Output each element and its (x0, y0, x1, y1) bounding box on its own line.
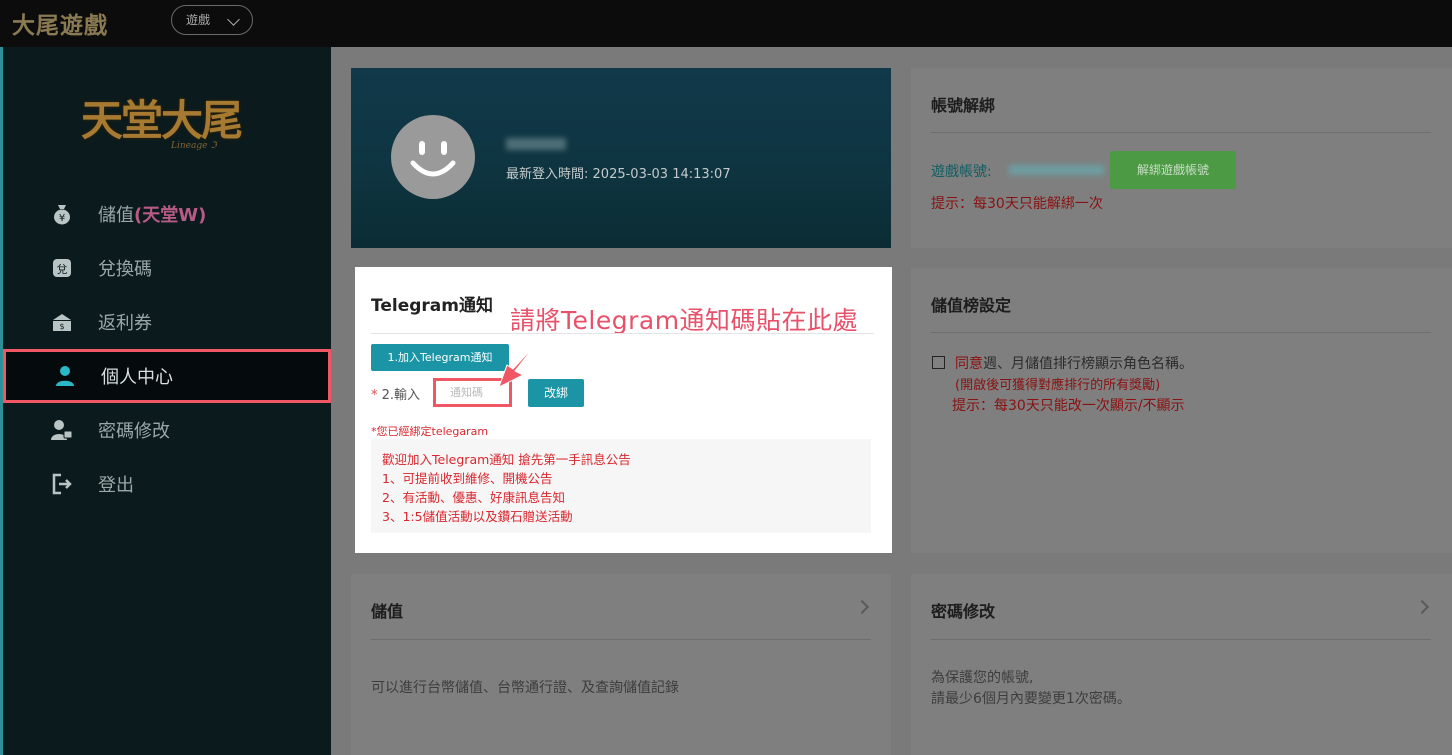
exchange-icon: 兌 (51, 257, 73, 279)
arrow-pointer-icon (498, 342, 538, 389)
ranking-option-text: 同意週、月儲值排行榜顯示角色名稱。 (955, 353, 1193, 373)
smiley-face-icon (410, 141, 456, 177)
brand-logo[interactable]: 大尾遊戲 (12, 6, 108, 40)
sidebar-menu: ¥ 儲值 (天堂W) 兌 兌換碼 $ 返利券 個人中心 密碼修改 登出 (3, 187, 331, 511)
game-select-label: 遊戲 (186, 13, 211, 27)
avatar (391, 115, 475, 199)
game-logo-subtitle: Lineage ℑ (171, 141, 217, 151)
sidebar-item-logout[interactable]: 登出 (3, 457, 331, 511)
info-line: 2、有活動、優惠、好康訊息告知 (382, 490, 565, 505)
chevron-right-icon (1414, 599, 1430, 615)
account-unbind-card: 帳號解綁 遊戲帳號: 解綁遊戲帳號 提示：每30天只能解綁一次 (911, 68, 1452, 248)
game-account-redacted (1009, 165, 1104, 175)
password-icon (51, 419, 73, 441)
logout-icon (51, 473, 73, 495)
game-logo-text: 天堂大尾 (81, 96, 243, 145)
money-bag-icon: ¥ (51, 203, 73, 225)
sidebar-item-label: 返利券 (98, 313, 152, 334)
unbind-title: 帳號解綁 (931, 96, 996, 115)
deposit-description: 可以進行台幣儲值、台幣通行證、及查詢儲值記錄 (371, 680, 679, 696)
svg-text:¥: ¥ (59, 213, 65, 224)
last-login-label: 最新登入時間: (506, 167, 589, 182)
username-redacted (506, 138, 566, 150)
password-title: 密碼修改 (931, 602, 996, 621)
telegram-title: Telegram通知 (371, 296, 493, 316)
ranking-option-rest: 週、月儲值排行榜顯示角色名稱。 (983, 356, 1193, 372)
deposit-card[interactable]: 儲值 可以進行台幣儲值、台幣通行證、及查詢儲值記錄 (351, 574, 891, 755)
password-card[interactable]: 密碼修改 為保護您的帳號, 請最少6個月內要變更1次密碼。 (911, 574, 1452, 755)
chevron-right-icon (854, 599, 870, 615)
top-bar: 大尾遊戲 遊戲 (0, 0, 1452, 47)
last-login-value: 2025-03-03 14:13:07 (592, 167, 731, 182)
svg-text:兌: 兌 (57, 263, 68, 276)
unbind-hint: 提示：每30天只能解綁一次 (931, 196, 1103, 212)
telegram-card: Telegram通知 請將Telegram通知碼貼在此處 1.加入Telegra… (355, 267, 892, 553)
sidebar-item-redeem-code[interactable]: 兌 兌換碼 (3, 241, 331, 295)
sidebar-item-deposit[interactable]: ¥ 儲值 (天堂W) (3, 187, 331, 241)
game-logo[interactable]: 天堂大尾 Lineage ℑ (81, 79, 256, 159)
chevron-down-icon (227, 13, 240, 26)
required-mark: * (371, 388, 378, 403)
last-login: 最新登入時間: 2025-03-03 14:13:07 (506, 163, 731, 182)
ranking-settings-card: 儲值榜設定 同意週、月儲值排行榜顯示角色名稱。 (開啟後可獲得對應排行的所有獎勵… (911, 268, 1452, 553)
telegram-info-box: 歡迎加入Telegram通知 搶先第一手訊息公告 1、可提前收到維修、開機公告 … (371, 439, 871, 533)
sidebar: 天堂大尾 Lineage ℑ ¥ 儲值 (天堂W) 兌 兌換碼 $ 返利券 個人中… (0, 47, 331, 755)
sidebar-item-label: 密碼修改 (98, 421, 170, 442)
join-telegram-button[interactable]: 1.加入Telegram通知 (371, 344, 509, 371)
sidebar-item-coupon[interactable]: $ 返利券 (3, 295, 331, 349)
info-line: 3、1:5儲值活動以及鑽石贈送活動 (382, 509, 573, 524)
game-account-label: 遊戲帳號: (931, 164, 992, 180)
coupon-icon: $ (51, 311, 73, 333)
sidebar-item-change-password[interactable]: 密碼修改 (3, 403, 331, 457)
bound-status-note: *您已經綁定telegaram (371, 425, 489, 438)
ranking-title: 儲值榜設定 (931, 296, 1012, 315)
password-description-line1: 為保護您的帳號, (931, 670, 1034, 686)
agree-label: 同意 (955, 356, 983, 372)
ranking-hint: 提示：每30天只能改一次顯示/不顯示 (952, 398, 1185, 414)
deposit-title: 儲值 (371, 602, 404, 621)
divider (931, 332, 1431, 333)
sidebar-item-personal-center[interactable]: 個人中心 (3, 349, 331, 403)
profile-banner: 最新登入時間: 2025-03-03 14:13:07 (351, 68, 891, 248)
sidebar-item-label: 個人中心 (101, 367, 173, 388)
divider (371, 333, 874, 334)
divider (371, 639, 871, 640)
info-line: 歡迎加入Telegram通知 搶先第一手訊息公告 (382, 452, 631, 467)
telegram-callout: 請將Telegram通知碼貼在此處 (510, 306, 859, 335)
info-line: 1、可提前收到維修、開機公告 (382, 471, 553, 486)
sidebar-item-highlight: (天堂W) (134, 205, 207, 226)
show-name-checkbox[interactable] (932, 356, 945, 369)
password-description-line2: 請最少6個月內要變更1次密碼。 (931, 691, 1131, 707)
game-select-dropdown[interactable]: 遊戲 (171, 5, 253, 35)
user-icon (54, 365, 76, 387)
divider (931, 639, 1431, 640)
divider (931, 132, 1431, 133)
ranking-reward-note: (開啟後可獲得對應排行的所有獎勵) (955, 378, 1161, 393)
sidebar-item-label: 儲值 (98, 205, 134, 226)
sidebar-item-label: 登出 (98, 475, 134, 496)
unbind-account-button[interactable]: 解綁遊戲帳號 (1110, 151, 1236, 189)
sidebar-item-label: 兌換碼 (98, 259, 152, 280)
code-input-label-text: 2.輸入 (381, 388, 421, 403)
code-input-label: * 2.輸入 (371, 384, 420, 403)
svg-text:$: $ (59, 322, 64, 331)
